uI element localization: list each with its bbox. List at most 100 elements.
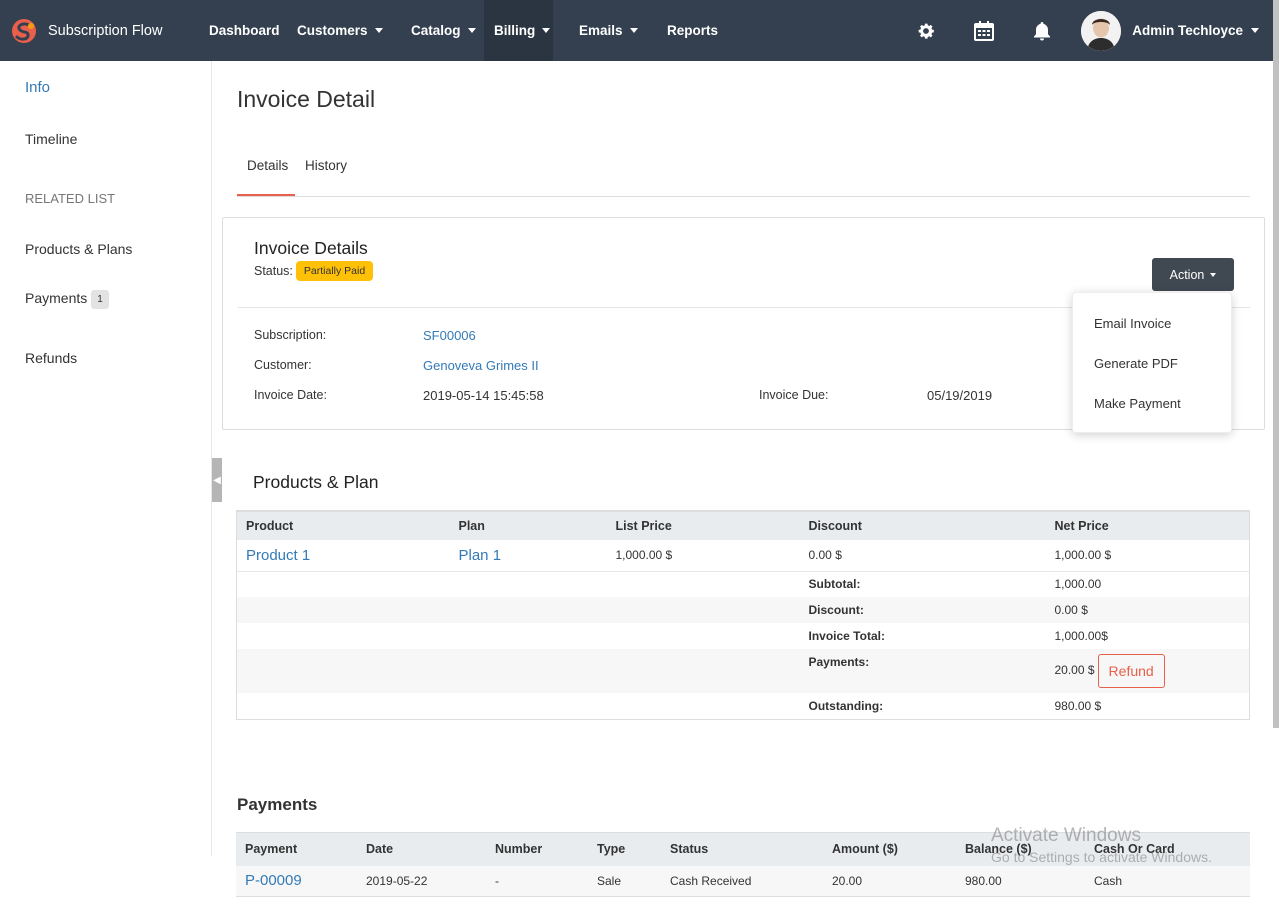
action-button-label: Action (1169, 267, 1205, 282)
invoice-date-label: Invoice Date: (254, 388, 327, 402)
product-link[interactable]: Product 1 (246, 547, 310, 564)
payments-count-badge: 1 (91, 290, 109, 309)
payment-type-cell: Sale (588, 865, 661, 897)
payments-label: Payments: (799, 649, 1046, 693)
sidebar-item-refunds[interactable]: Refunds (25, 350, 77, 366)
status-row: Status: Partially Paid (254, 261, 374, 281)
list-price-cell: 1,000.00 $ (606, 540, 800, 572)
page-title: Invoice Detail (237, 86, 376, 112)
payment-amount-cell: 20.00 (823, 865, 956, 897)
notifications-button[interactable] (1013, 0, 1071, 61)
sidebar-item-payments-label: Payments (25, 290, 88, 307)
watermark-line2: Go to Settings to activate Windows. (991, 849, 1212, 865)
avatar (1081, 10, 1122, 51)
table-row: P-00009 2019-05-22 - Sale Cash Received … (236, 865, 1250, 897)
nav-customers[interactable]: Customers (281, 0, 394, 61)
nav-emails[interactable]: Emails (553, 0, 644, 61)
table-header-row: Product Plan List Price Discount Net Pri… (236, 510, 1250, 540)
nav-reports-label: Reports (667, 23, 719, 38)
table-row: Product 1 Plan 1 1,000.00 $ 0.00 $ 1,000… (236, 540, 1250, 572)
settings-button[interactable] (897, 0, 955, 61)
windows-activation-watermark: Activate Windows Go to Settings to activ… (991, 825, 1212, 865)
chevron-down-icon (1210, 272, 1217, 277)
top-navbar: Subscription Flow Dashboard Customers Ca… (0, 0, 1279, 61)
chevron-down-icon (374, 28, 383, 33)
tab-history[interactable]: History (305, 158, 347, 173)
page-scrollbar[interactable] (1273, 0, 1279, 728)
col-header-date: Date (357, 832, 486, 866)
calendar-button[interactable] (955, 0, 1013, 61)
refund-button[interactable]: Refund (1097, 654, 1165, 688)
sidebar-item-products-plans[interactable]: Products & Plans (25, 241, 132, 257)
invoice-due-value: 05/19/2019 (927, 388, 993, 403)
nav-customers-label: Customers (297, 23, 368, 38)
discount-value: 0.00 $ (1045, 597, 1250, 623)
outstanding-label: Outstanding: (808, 698, 884, 713)
col-header-plan: Plan (449, 510, 607, 540)
payment-link[interactable]: P-00009 (245, 872, 302, 889)
tab-details[interactable]: Details (247, 158, 288, 173)
payment-number-cell: - (486, 865, 588, 897)
nav-catalog-label: Catalog (411, 23, 461, 38)
nav-billing-label: Billing (494, 23, 536, 38)
menu-item-generate-pdf[interactable]: Generate PDF (1094, 356, 1178, 371)
chevron-down-icon (467, 28, 476, 33)
calendar-icon (974, 20, 995, 41)
payments-section-title: Payments (237, 795, 318, 814)
nav-dashboard-label: Dashboard (209, 23, 280, 38)
user-menu[interactable]: Admin Techloyce (1071, 10, 1279, 51)
outstanding-value: 980.00 $ (1054, 698, 1102, 713)
gear-icon (918, 23, 935, 39)
bell-icon (1034, 21, 1051, 40)
sidebar: Info Timeline RELATED LIST Products & Pl… (0, 61, 212, 856)
net-price-cell: 1,000.00 $ (1045, 540, 1250, 572)
invoice-total-value: 1,000.00$ (1054, 629, 1108, 643)
brand-name: Subscription Flow (48, 22, 163, 39)
col-header-status: Status (661, 832, 823, 866)
products-table: Product Plan List Price Discount Net Pri… (236, 510, 1250, 720)
chevron-down-icon (1251, 28, 1259, 33)
summary-row-subtotal: Subtotal: 1,000.00 (237, 571, 1250, 597)
sidebar-item-timeline[interactable]: Timeline (25, 131, 77, 147)
sidebar-collapse-handle[interactable]: ◀ (212, 458, 222, 502)
customer-link[interactable]: Genoveva Grimes II (423, 358, 539, 373)
col-header-payment: Payment (236, 832, 357, 866)
nav-dashboard[interactable]: Dashboard (200, 0, 281, 61)
action-button[interactable]: Action (1152, 258, 1234, 291)
nav-catalog[interactable]: Catalog (394, 0, 484, 61)
user-name: Admin Techloyce (1132, 23, 1243, 38)
menu-item-make-payment[interactable]: Make Payment (1094, 396, 1181, 411)
payment-status-cell: Cash Received (661, 865, 823, 897)
nav-reports[interactable]: Reports (644, 0, 727, 61)
customer-label: Customer: (254, 358, 312, 372)
payment-method-cell: Cash (1085, 865, 1250, 897)
discount-cell: 0.00 $ (799, 540, 1046, 572)
sidebar-item-info[interactable]: Info (25, 79, 50, 96)
chevron-down-icon (629, 28, 638, 33)
invoice-date-value: 2019-05-14 15:45:58 (423, 388, 544, 403)
payments-value-cell: 20.00 $ Refund (1045, 649, 1250, 693)
action-dropdown-menu: Email Invoice Generate PDF Make Payment (1072, 292, 1232, 433)
sidebar-related-header: RELATED LIST (25, 191, 116, 206)
col-header-net-price: Net Price (1045, 510, 1250, 540)
col-header-product: Product (236, 510, 450, 540)
chevron-left-icon: ◀ (213, 474, 221, 486)
nav-billing[interactable]: Billing (484, 0, 553, 61)
col-header-type: Type (588, 832, 661, 866)
subscription-link[interactable]: SF00006 (423, 328, 476, 343)
nav-menu: Dashboard Customers Catalog Billing Emai… (200, 0, 727, 61)
invoice-total-label: Invoice Total: (808, 629, 885, 643)
nav-right: Admin Techloyce (897, 0, 1279, 61)
payments-value: 20.00 $ (1054, 663, 1095, 678)
plan-link[interactable]: Plan 1 (459, 547, 502, 564)
subtotal-value: 1,000.00 (1054, 577, 1102, 592)
brand[interactable]: Subscription Flow (0, 0, 200, 61)
summary-row-invoice-total: Invoice Total: 1,000.00$ (237, 623, 1250, 649)
logo-icon (10, 17, 38, 45)
chevron-down-icon (542, 28, 551, 33)
menu-item-email-invoice[interactable]: Email Invoice (1094, 316, 1171, 331)
sidebar-item-payments[interactable]: Payments 1 (25, 290, 109, 309)
payment-balance-cell: 980.00 (956, 865, 1085, 897)
col-header-discount: Discount (799, 510, 1046, 540)
summary-row-outstanding: Outstanding: 980.00 $ (237, 693, 1250, 719)
